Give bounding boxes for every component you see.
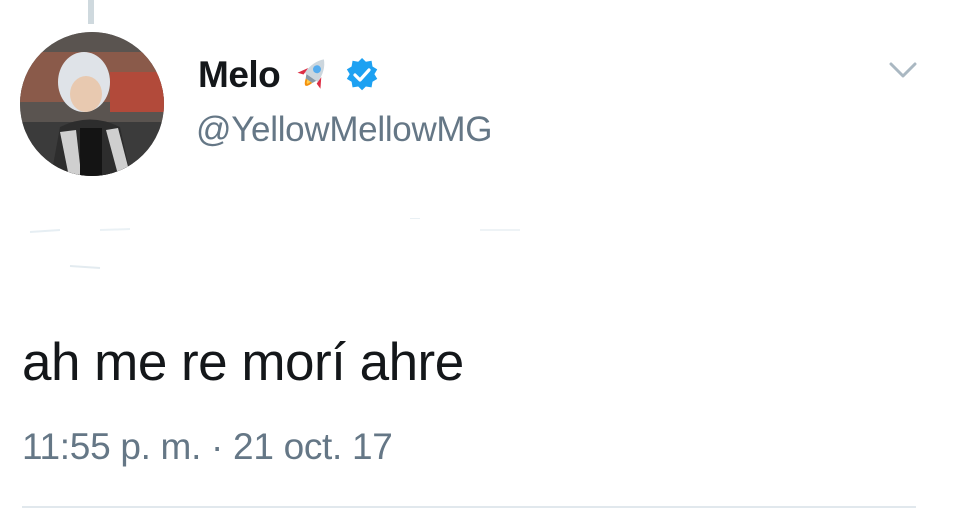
tweet-card: Melo @YellowMellowMG ah me re morí ahre … bbox=[0, 0, 960, 532]
avatar[interactable] bbox=[20, 32, 164, 176]
avatar-photo bbox=[20, 32, 164, 176]
verified-badge-icon bbox=[347, 57, 378, 91]
tweet-timestamp[interactable]: 11:55 p. m. · 21 oct. 17 bbox=[22, 426, 393, 468]
divider bbox=[22, 506, 916, 508]
display-name[interactable]: Melo bbox=[198, 54, 281, 96]
thread-connector-line bbox=[88, 0, 94, 24]
rocket-icon bbox=[297, 59, 325, 89]
tweet-text: ah me re morí ahre bbox=[22, 333, 464, 392]
author-handle[interactable]: @YellowMellowMG bbox=[196, 110, 493, 150]
author-name-row[interactable]: Melo bbox=[198, 50, 380, 100]
redacted-text-smudge bbox=[29, 218, 520, 269]
chevron-down-icon[interactable] bbox=[888, 58, 918, 82]
